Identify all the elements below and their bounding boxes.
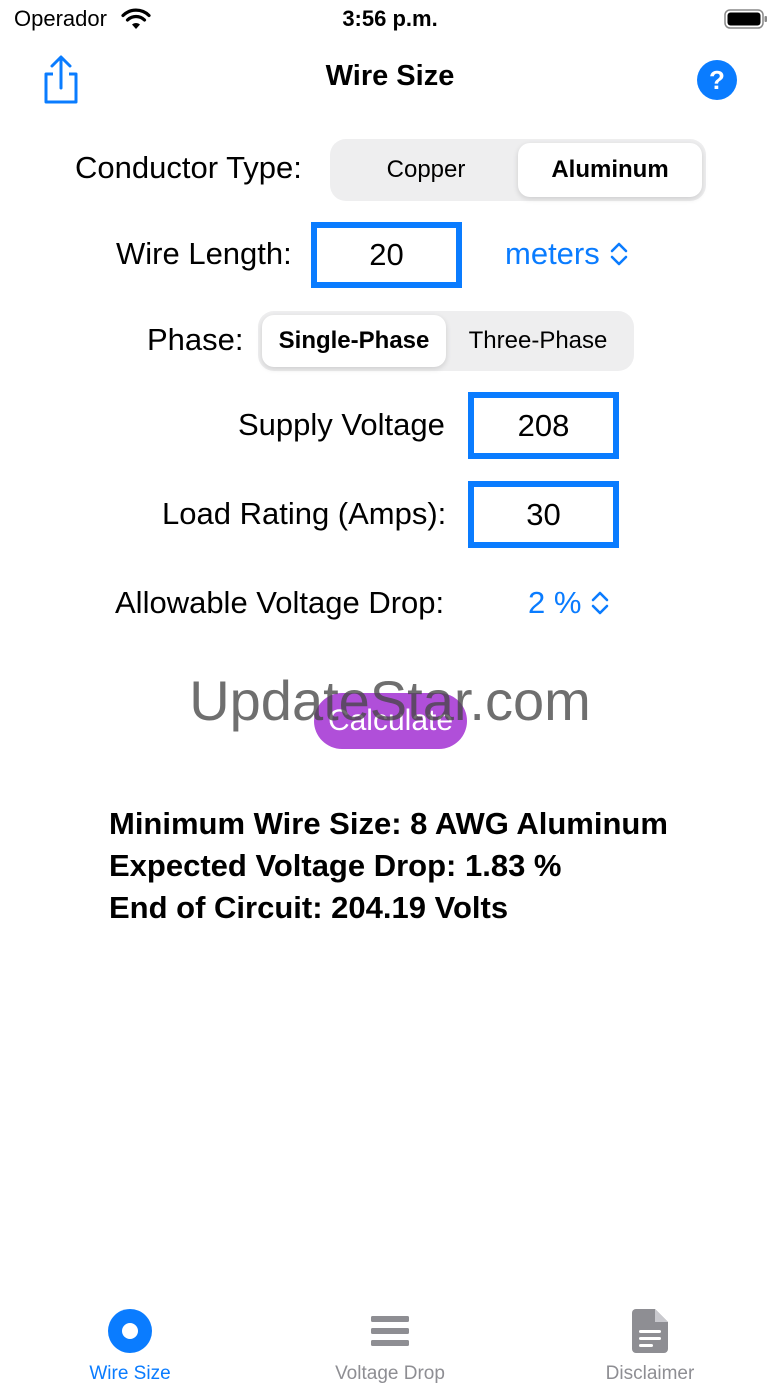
result-min-wire-size: Minimum Wire Size: 8 AWG Aluminum xyxy=(109,806,668,841)
calculate-button[interactable]: Calculate xyxy=(314,693,467,749)
up-down-chevron-icon xyxy=(592,591,609,615)
help-icon: ? xyxy=(709,64,725,95)
status-time: 3:56 p.m. xyxy=(342,6,438,31)
bars-icon xyxy=(371,1316,409,1346)
segment-aluminum[interactable]: Aluminum xyxy=(518,143,702,197)
length-unit-picker[interactable]: meters xyxy=(505,236,630,272)
tab-label-wire-size: Wire Size xyxy=(89,1363,171,1384)
tab-disclaimer[interactable]: Disclaimer xyxy=(560,1307,740,1385)
conductor-type-segmented-control: Copper Aluminum xyxy=(330,139,706,201)
segment-three-phase[interactable]: Three-Phase xyxy=(446,315,630,367)
supply-voltage-input[interactable] xyxy=(468,392,619,459)
length-unit-value: meters xyxy=(505,236,600,271)
load-rating-input[interactable] xyxy=(468,481,619,548)
battery-icon xyxy=(724,9,767,29)
circle-dot-icon xyxy=(108,1309,152,1353)
tab-label-disclaimer: Disclaimer xyxy=(605,1363,695,1384)
up-down-chevron-icon xyxy=(610,242,628,266)
phase-segmented-control: Single-Phase Three-Phase xyxy=(258,311,634,371)
voltage-drop-label: Allowable Voltage Drop: xyxy=(115,585,445,620)
help-button[interactable]: ? xyxy=(697,60,737,100)
segment-single-phase[interactable]: Single-Phase xyxy=(262,315,446,367)
wire-length-label: Wire Length: xyxy=(116,236,292,271)
tab-label-voltage-drop: Voltage Drop xyxy=(335,1363,445,1384)
result-expected-voltage-drop: Expected Voltage Drop: 1.83 % xyxy=(109,848,562,883)
voltage-drop-value: 2 % xyxy=(528,585,582,620)
document-icon xyxy=(632,1309,668,1353)
supply-voltage-label: Supply Voltage xyxy=(238,407,445,442)
tab-voltage-drop[interactable]: Voltage Drop xyxy=(300,1307,480,1385)
conductor-type-label: Conductor Type: xyxy=(75,150,302,185)
tab-wire-size[interactable]: Wire Size xyxy=(40,1307,220,1385)
load-rating-label: Load Rating (Amps): xyxy=(162,496,447,531)
page-title: Wire Size xyxy=(325,60,455,92)
result-end-of-circuit: End of Circuit: 204.19 Volts xyxy=(109,890,509,925)
wire-length-input[interactable] xyxy=(311,222,462,288)
phase-label: Phase: xyxy=(147,322,244,357)
segment-copper[interactable]: Copper xyxy=(334,143,518,197)
voltage-drop-picker[interactable]: 2 % xyxy=(528,585,611,621)
